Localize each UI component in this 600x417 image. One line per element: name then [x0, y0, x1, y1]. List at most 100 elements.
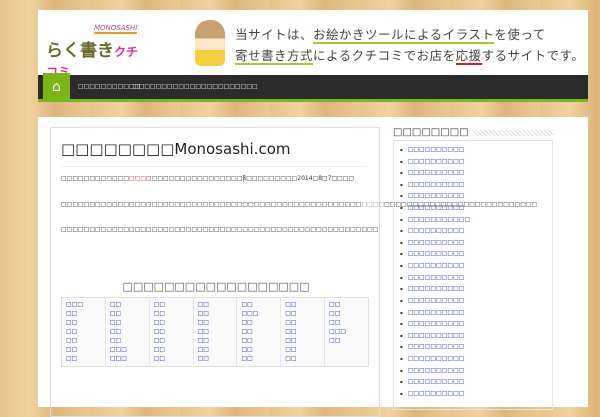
- table-title: □□□□□□□□□□□□□□□□□□: [122, 280, 310, 293]
- category-link[interactable]: □□: [66, 336, 101, 345]
- sidebar-heading: □□□□□□□□: [393, 127, 553, 138]
- category-link[interactable]: □□: [66, 327, 101, 336]
- paragraph-1: □□□□□□□□□□□□□□□□□□□□□□□□□□□□□□□□β□□□□□□□…: [61, 175, 355, 182]
- sidebar-link[interactable]: □□□□□□□□□□: [400, 295, 552, 307]
- category-link[interactable]: □□: [285, 354, 320, 363]
- table-column: □□ □□ □□ □□ □□ □□□ □□□: [106, 298, 150, 366]
- mascot-illustration: [195, 20, 225, 66]
- category-link[interactable]: □□: [110, 336, 145, 345]
- sidebar-link[interactable]: □□□□□□□□□□: [400, 388, 552, 400]
- category-link[interactable]: □□: [154, 309, 189, 318]
- sidebar-link[interactable]: □□□□□□□□□□□: [400, 214, 552, 226]
- nav-item-1[interactable]: □□□□□□□□□□□: [78, 75, 140, 99]
- sidebar: □□□□□□□□ □□□□□□□□□□□□□□□□□□□□□□□□□□□□□□□…: [393, 127, 553, 410]
- category-link[interactable]: □□: [241, 318, 276, 327]
- category-link[interactable]: □□: [285, 336, 320, 345]
- category-link[interactable]: □□: [154, 327, 189, 336]
- sidebar-link[interactable]: □□□□□□□□□□: [400, 365, 552, 377]
- sidebar-link[interactable]: □□□□□□□□□□: [400, 341, 552, 353]
- category-link[interactable]: □□: [285, 318, 320, 327]
- category-link[interactable]: □□: [198, 300, 233, 309]
- sidebar-link[interactable]: □□□□□□□□□□: [400, 260, 552, 272]
- table-column: □□ □□ □□ □□ □□ □□ □□: [194, 298, 238, 366]
- sidebar-link[interactable]: □□□□□□□□□□: [400, 179, 552, 191]
- category-link[interactable]: □□: [198, 354, 233, 363]
- sidebar-link[interactable]: □□□□□□□□□□: [400, 156, 552, 168]
- sidebar-link[interactable]: □□□□□□□□□□: [400, 318, 552, 330]
- table-column: □□ □□ □□ □□□ □□: [325, 298, 368, 366]
- sidebar-link[interactable]: □□□□□□□□□□: [400, 248, 552, 260]
- category-link[interactable]: □□: [66, 354, 101, 363]
- category-link[interactable]: □□: [154, 336, 189, 345]
- banner-line-2: 寄せ書き方式によるクチコミでお店を応援するサイトです。: [235, 48, 585, 65]
- content-wrapper: □□□□□□□□Monosashi.com □□□□□□□□□□□□□□□□□□…: [38, 117, 588, 417]
- sidebar-link[interactable]: □□□□□□□□□□: [400, 202, 552, 214]
- site-logo[interactable]: MONOSASHI らく書きクチコミ: [46, 24, 141, 79]
- site-header: MONOSASHI らく書きクチコミ 当サイトは、お絵かきツールによるイラストを…: [38, 10, 588, 79]
- category-link[interactable]: □□: [285, 345, 320, 354]
- sidebar-link[interactable]: □□□□□□□□□□: [400, 237, 552, 249]
- highlight-link[interactable]: □□□: [129, 175, 146, 182]
- category-table: □□□ □□ □□ □□ □□ □□ □□ □□ □□ □□ □□ □□ □□□ □□□ □□ □□ □□ □□ □…: [61, 297, 369, 367]
- category-link[interactable]: □□: [154, 318, 189, 327]
- category-link[interactable]: □□: [110, 327, 145, 336]
- category-link[interactable]: □□: [198, 336, 233, 345]
- category-link[interactable]: □□: [285, 309, 320, 318]
- category-link[interactable]: □□: [66, 345, 101, 354]
- category-link[interactable]: □□: [329, 300, 364, 309]
- category-link[interactable]: □□: [329, 318, 364, 327]
- article-title: □□□□□□□□Monosashi.com: [61, 140, 367, 167]
- sidebar-link[interactable]: □□□□□□□□□□: [400, 330, 552, 342]
- main-nav: ⌂ □□□□□□□□□□□ □□□□□□□□□□□□□□□□□□□□□□: [38, 73, 588, 102]
- category-link[interactable]: □□: [198, 327, 233, 336]
- heading-decoration: [472, 129, 553, 136]
- sidebar-link[interactable]: □□□□□□□□□□: [400, 353, 552, 365]
- category-link[interactable]: □□□: [329, 327, 364, 336]
- category-link[interactable]: □□: [285, 327, 320, 336]
- category-link[interactable]: □□: [66, 318, 101, 327]
- category-link[interactable]: □□□: [241, 309, 276, 318]
- category-link[interactable]: □□: [241, 336, 276, 345]
- category-link[interactable]: □□□: [110, 345, 145, 354]
- category-link[interactable]: □□: [241, 345, 276, 354]
- category-link[interactable]: □□: [110, 318, 145, 327]
- sidebar-link[interactable]: □□□□□□□□□□: [400, 376, 552, 388]
- paragraph-3: □□□□□□□□□□□□□□□□□□□□□□□□□□□□□□□□□□□□□□□□…: [61, 226, 379, 233]
- category-link[interactable]: □□: [154, 345, 189, 354]
- category-link[interactable]: □□: [154, 300, 189, 309]
- category-link[interactable]: □□: [285, 300, 320, 309]
- article-card: □□□□□□□□Monosashi.com □□□□□□□□□□□□□□□□□□…: [50, 127, 537, 417]
- category-link[interactable]: □□: [110, 300, 145, 309]
- header-banner: 当サイトは、お絵かきツールによるイラストを使って 寄せ書き方式によるクチコミでお…: [195, 18, 585, 68]
- sidebar-link[interactable]: □□□□□□□□□□: [400, 167, 552, 179]
- nav-item-2[interactable]: □□□□□□□□□□□□□□□□□□□□□□: [133, 75, 258, 99]
- sidebar-link[interactable]: □□□□□□□□□□: [400, 190, 552, 202]
- category-link[interactable]: □□: [241, 327, 276, 336]
- sidebar-link[interactable]: □□□□□□□□□□: [400, 307, 552, 319]
- category-link[interactable]: □□: [198, 309, 233, 318]
- category-link[interactable]: □□: [154, 354, 189, 363]
- sidebar-link[interactable]: □□□□□□□□□□: [400, 225, 552, 237]
- sidebar-link[interactable]: □□□□□□□□□□: [400, 144, 552, 156]
- table-column: □□□□□□□□□□□□□□□: [62, 298, 106, 366]
- table-column: □□□□□□□□□□□□□□□: [237, 298, 282, 366]
- category-link[interactable]: □□□: [66, 300, 101, 309]
- category-link[interactable]: □□: [241, 354, 276, 363]
- table-column: □□ □□ □□ □□ □□ □□ □□: [281, 298, 326, 366]
- category-link[interactable]: □□□: [110, 354, 145, 363]
- banner-line-1: 当サイトは、お絵かきツールによるイラストを使って: [235, 27, 546, 44]
- logo-subtitle: MONOSASHI: [94, 24, 138, 34]
- home-button[interactable]: ⌂: [43, 73, 70, 102]
- table-column: □□ □□ □□ □□ □□ □□ □□: [150, 298, 194, 366]
- inline-link[interactable]: □□□□: [361, 201, 384, 208]
- category-link[interactable]: □□: [241, 300, 276, 309]
- home-icon: ⌂: [52, 79, 61, 95]
- category-link[interactable]: □□: [66, 309, 101, 318]
- category-link[interactable]: □□: [329, 309, 364, 318]
- sidebar-link[interactable]: □□□□□□□□□□: [400, 272, 552, 284]
- sidebar-link[interactable]: □□□□□□□□□□: [400, 283, 552, 295]
- category-link[interactable]: □□: [198, 345, 233, 354]
- category-link[interactable]: □□: [329, 336, 364, 345]
- category-link[interactable]: □□: [198, 318, 233, 327]
- category-link[interactable]: □□: [110, 309, 145, 318]
